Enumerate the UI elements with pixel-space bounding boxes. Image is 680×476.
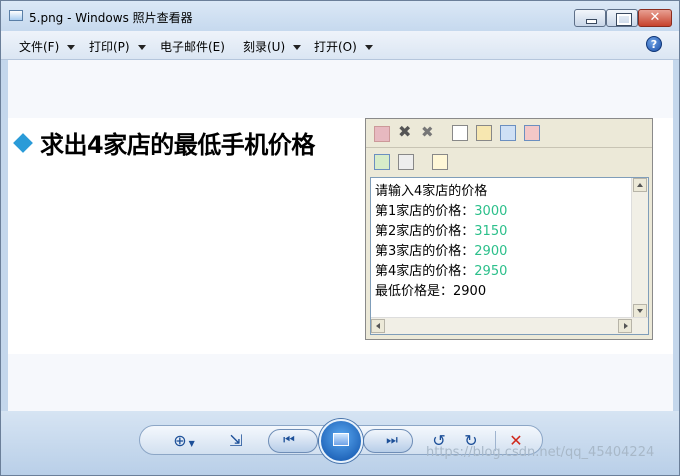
previous-icon: ⏮ xyxy=(283,433,295,448)
console-line: 最低价格是：2900 xyxy=(375,280,486,299)
help-icon[interactable]: ? xyxy=(646,36,662,52)
console-horizontal-scrollbar xyxy=(371,317,648,334)
slideshow-icon xyxy=(333,433,349,446)
chevron-down-icon xyxy=(364,45,373,50)
actual-size-button[interactable]: ⇲ xyxy=(224,430,248,452)
console-line: 第3家店的价格：2900 xyxy=(375,240,507,259)
console-text: 第2家店的价格： xyxy=(375,224,475,239)
console-text: 最低价格是：2900 xyxy=(375,284,487,299)
console-line: 第2家店的价格：3150 xyxy=(375,220,507,239)
console-value: 2950 xyxy=(474,264,508,279)
close-icon: ✕ xyxy=(649,10,661,25)
control-bar: ⊕ ▼ ⇲ ↺ ↻ ✕ ⏮ ⏭ xyxy=(1,411,679,475)
page-delete-icon xyxy=(452,125,468,141)
embedded-ide-screenshot: ✖ ✖ 请输入4家店的价格 第1家店的价格：3000 第2家店的价格：3150 … xyxy=(365,118,653,340)
console-text: 第4家店的价格： xyxy=(375,264,475,279)
console-text: 第1家店的价格： xyxy=(375,204,475,219)
menu-open-label: 打开(O) xyxy=(314,40,357,54)
chevron-down-icon: ▼ xyxy=(188,439,195,448)
chevron-down-icon xyxy=(293,45,302,50)
delete-icon: ✖ xyxy=(398,122,412,141)
console-line: 第1家店的价格：3000 xyxy=(375,200,507,219)
menu-burn[interactable]: 刻录(U) xyxy=(243,38,302,55)
stop-icon xyxy=(374,126,390,142)
minimize-icon xyxy=(586,19,597,24)
note-icon xyxy=(432,154,448,170)
new-item-icon xyxy=(374,154,390,170)
console-text: 第3家店的价格： xyxy=(375,244,475,259)
watermark-text: https://blog.csdn.net/qq_45404224 xyxy=(426,445,655,460)
next-button[interactable]: ⏭ xyxy=(363,429,413,453)
zoom-icon: ⊕ xyxy=(173,431,187,450)
chevron-down-icon xyxy=(137,45,146,50)
comment-icon xyxy=(500,125,516,141)
image-heading: 求出4家店的最低手机价格 xyxy=(13,125,315,160)
menu-print-label: 打印(P) xyxy=(89,40,130,54)
window-icon xyxy=(398,154,414,170)
lock-page-icon xyxy=(476,125,492,141)
next-icon: ⏭ xyxy=(386,433,398,448)
minimize-button[interactable] xyxy=(574,9,606,27)
console-line: 请输入4家店的价格 xyxy=(375,180,487,199)
console-value: 3150 xyxy=(474,224,508,239)
uncomment-icon xyxy=(524,125,540,141)
fit-window-icon: ⇲ xyxy=(229,431,243,450)
chevron-down-icon xyxy=(67,45,76,50)
maximize-button[interactable] xyxy=(606,9,638,27)
image-heading-text: 求出4家店的最低手机价格 xyxy=(40,131,315,159)
photo-viewer-window: 5.png - Windows 照片查看器 ✕ 文件(F) 打印(P) 电子邮件… xyxy=(0,0,680,476)
menu-open[interactable]: 打开(O) xyxy=(314,38,373,55)
scroll-left-arrow-icon xyxy=(371,319,385,333)
diamond-bullet-icon xyxy=(13,133,33,153)
scroll-right-arrow-icon xyxy=(618,319,632,333)
embedded-toolbar-row-1: ✖ ✖ xyxy=(366,119,652,148)
photo-viewer-app-icon xyxy=(9,10,23,21)
scroll-up-arrow-icon xyxy=(633,178,647,192)
console-line: 第4家店的价格：2950 xyxy=(375,260,507,279)
menu-file[interactable]: 文件(F) xyxy=(19,38,76,55)
maximize-icon xyxy=(616,13,632,26)
embedded-toolbar-row-2 xyxy=(366,148,652,176)
console-text: 请输入4家店的价格 xyxy=(375,184,488,199)
menu-burn-label: 刻录(U) xyxy=(243,40,286,54)
close-button[interactable]: ✕ xyxy=(638,9,672,27)
window-title: 5.png - Windows 照片查看器 xyxy=(29,11,193,25)
previous-button[interactable]: ⏮ xyxy=(268,429,318,453)
console-value: 3000 xyxy=(474,204,508,219)
scroll-down-arrow-icon xyxy=(633,304,647,318)
title-bar: 5.png - Windows 照片查看器 ✕ xyxy=(1,1,679,31)
menu-email[interactable]: 电子邮件(E) xyxy=(160,38,225,55)
menu-file-label: 文件(F) xyxy=(19,40,60,54)
menu-print[interactable]: 打印(P) xyxy=(89,38,146,55)
menu-bar: 文件(F) 打印(P) 电子邮件(E) 刻录(U) 打开(O) ? xyxy=(1,31,679,60)
slideshow-button[interactable] xyxy=(319,419,363,463)
zoom-button[interactable]: ⊕ ▼ xyxy=(168,430,200,452)
menu-email-label: 电子邮件(E) xyxy=(160,40,225,54)
delete-all-icon: ✖ xyxy=(421,123,434,141)
console-output: 请输入4家店的价格 第1家店的价格：3000 第2家店的价格：3150 第3家店… xyxy=(370,177,649,335)
console-value: 2900 xyxy=(474,244,508,259)
console-vertical-scrollbar xyxy=(631,178,648,318)
